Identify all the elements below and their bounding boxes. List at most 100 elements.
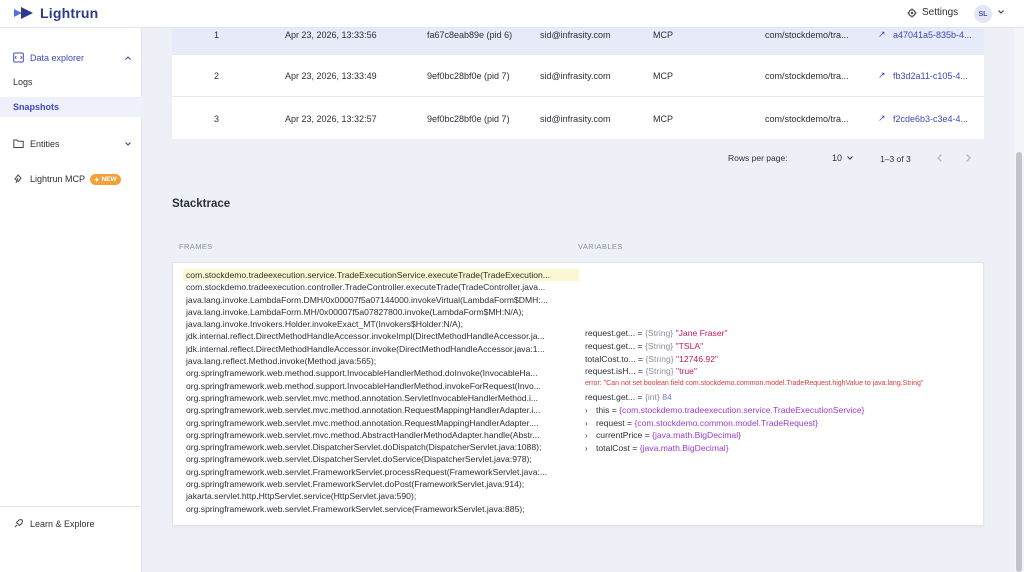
stack-frame[interactable]: java.lang.invoke.LambdaForm.DMH/0x00007f… [183, 294, 579, 306]
variable-value: {com.stockdemo.common.model.TradeRequest… [634, 417, 819, 428]
frames-list: com.stockdemo.tradeexecution.service.Tra… [183, 269, 579, 515]
table-row[interactable]: 2 Apr 23, 2026, 13:33:49 9ef0bc28bf0e (p… [172, 55, 984, 97]
chevron-right-icon[interactable]: › [585, 443, 596, 456]
variable-value: "TSLA" [675, 340, 704, 351]
stacktrace-title: Stacktrace [172, 198, 231, 210]
sidebar: Data explorer Logs Snapshots Entities Li… [0, 28, 142, 572]
row-agent: fa67c8eab89e (pid 6) [427, 30, 513, 40]
sparkle-icon: ✦ [94, 176, 100, 184]
variable-row: request.isH... = {String} "true" [585, 366, 697, 377]
pagination-range: 1–3 of 3 [880, 154, 911, 164]
page-scrollbar[interactable] [1014, 28, 1024, 572]
object-variable-row[interactable]: › totalCost = {java.math.BigDecimal} [585, 442, 975, 455]
scrollbar-thumb[interactable] [1016, 152, 1022, 572]
rocket-icon [14, 519, 23, 528]
variable-value: "true" [676, 366, 697, 377]
sidebar-item-learn-explore[interactable]: Learn & Explore [0, 514, 142, 534]
stack-frame[interactable]: java.lang.invoke.Invokers.Holder.invokeE… [183, 318, 579, 330]
avatar[interactable]: SL [974, 5, 992, 23]
variable-row: totalCost.to... = {String} "12746.92" [585, 353, 718, 364]
variable-type: {String} [644, 340, 674, 351]
variable-row: request.get... = {String} "TSLA" [585, 340, 704, 351]
variable-name: request [596, 417, 625, 428]
variable-name: request.isH... [585, 366, 636, 377]
stack-frame[interactable]: jdk.internal.reflect.DirectMethodHandleA… [183, 330, 579, 342]
table-row[interactable]: 1 Apr 23, 2026, 13:33:56 fa67c8eab89e (p… [172, 28, 984, 55]
sidebar-item-data-explorer[interactable]: Data explorer [0, 48, 142, 68]
sidebar-item-label: Learn & Explore [30, 519, 95, 529]
variable-name: this [596, 404, 610, 415]
external-link-icon[interactable]: ↗ [878, 29, 886, 40]
variable-name: request.get... [585, 340, 636, 351]
stack-frame[interactable]: org.springframework.web.servlet.Framewor… [183, 478, 579, 490]
row-agent: 9ef0bc28bf0e (pid 7) [427, 114, 510, 124]
stack-frame[interactable]: org.springframework.web.servlet.Framewor… [183, 466, 579, 478]
variable-error: error: "Can not set boolean field com.st… [585, 380, 924, 388]
object-variable-row[interactable]: › this = {com.stockdemo.tradeexecution.se… [585, 404, 975, 417]
stack-frame[interactable]: org.springframework.web.servlet.mvc.meth… [183, 404, 579, 416]
stack-frame[interactable]: java.lang.invoke.LambdaForm.MH/0x00007f5… [183, 306, 579, 318]
folder-icon [13, 139, 24, 148]
row-user: sid@infrasity.com [540, 114, 611, 124]
variable-type: {int} [644, 391, 660, 402]
chevron-down-icon[interactable] [997, 8, 1005, 16]
external-link-icon[interactable]: ↗ [878, 70, 886, 81]
stack-frame[interactable]: org.springframework.web.servlet.mvc.meth… [183, 417, 579, 429]
variable-name: totalCost.to... [585, 353, 636, 364]
variables-list: request.get... = {String} "Jane Fraser" … [585, 327, 975, 455]
table-row[interactable]: 3 Apr 23, 2026, 13:32:57 9ef0bc28bf0e (p… [172, 97, 984, 139]
stack-frame[interactable]: com.stockdemo.tradeexecution.controller.… [183, 281, 579, 293]
chevron-left-icon[interactable] [934, 152, 946, 164]
variable-value: {java.math.BigDecimal} [652, 430, 741, 441]
object-variable-row[interactable]: › request = {com.stockdemo.common.model.T… [585, 417, 975, 430]
row-user: sid@infrasity.com [540, 71, 611, 81]
stack-frame[interactable]: jakarta.servlet.http.HttpServlet.service… [183, 490, 579, 502]
row-time: Apr 23, 2026, 13:32:57 [285, 114, 377, 124]
stack-frame[interactable]: org.springframework.web.method.support.I… [183, 367, 579, 379]
row-index: 1 [214, 30, 220, 40]
row-user: sid@infrasity.com [540, 30, 611, 40]
row-location: com/stockdemo/tra... [765, 30, 849, 40]
row-snapshot-id[interactable]: fb3d2a11-c105-4... [893, 71, 968, 81]
new-badge: ✦ NEW [90, 174, 121, 185]
variable-row: request.get... = {String} "Jane Fraser" [585, 328, 728, 338]
sidebar-item-label: Data explorer [30, 53, 85, 63]
lightrun-logo[interactable]: Lightrun [13, 5, 98, 21]
chevron-down-icon [125, 142, 131, 146]
stack-frame[interactable]: org.springframework.web.servlet.mvc.meth… [183, 429, 579, 441]
variable-name: totalCost [596, 443, 630, 454]
stack-frame[interactable]: jdk.internal.reflect.DirectMethodHandleA… [183, 343, 579, 355]
row-index: 2 [214, 71, 220, 81]
chevron-right-icon[interactable] [962, 152, 974, 164]
sidebar-item-logs[interactable]: Logs [0, 72, 142, 92]
snapshots-table: 1 Apr 23, 2026, 13:33:56 fa67c8eab89e (p… [172, 28, 984, 139]
variable-value: "12746.92" [676, 353, 718, 364]
variable-value: {java.math.BigDecimal} [639, 443, 729, 454]
external-link-icon[interactable]: ↗ [878, 113, 886, 124]
sidebar-item-entities[interactable]: Entities [0, 134, 142, 154]
stack-frame[interactable]: org.springframework.web.method.support.I… [183, 380, 579, 392]
settings-button[interactable]: Settings [907, 7, 958, 18]
sidebar-item-label: Lightrun MCP [30, 174, 86, 184]
object-variable-row[interactable]: › currentPrice = {java.math.BigDecimal} [585, 429, 975, 442]
row-location: com/stockdemo/tra... [765, 71, 849, 81]
stack-frame[interactable]: org.springframework.web.servlet.mvc.meth… [183, 392, 579, 404]
variable-value: {com.stockdemo.tradeexecution.service.Tr… [619, 404, 865, 415]
row-location: com/stockdemo/tra... [765, 114, 849, 124]
frames-header: FRAMES [179, 242, 213, 251]
chevron-right-icon[interactable]: › [585, 405, 596, 418]
sidebar-item-label: Snapshots [13, 102, 60, 112]
rows-per-page-select[interactable]: 10 [832, 153, 854, 163]
row-time: Apr 23, 2026, 13:33:49 [285, 71, 377, 81]
row-snapshot-id[interactable]: a47041a5-835b-4... [893, 30, 972, 40]
row-source: MCP [653, 30, 673, 40]
row-snapshot-id[interactable]: f2cde6b3-c3e4-4... [893, 114, 968, 124]
stack-frame[interactable]: java.lang.reflect.Method.invoke(Method.j… [183, 355, 579, 367]
sidebar-item-snapshots[interactable]: Snapshots [0, 97, 142, 117]
sidebar-item-lightrun-mcp[interactable]: Lightrun MCP ✦ NEW [0, 169, 142, 189]
stack-frame[interactable]: org.springframework.web.servlet.Dispatch… [183, 453, 579, 465]
stack-frame[interactable]: org.springframework.web.servlet.Framewor… [183, 503, 579, 515]
stack-frame[interactable]: com.stockdemo.tradeexecution.service.Tra… [183, 269, 579, 282]
stack-frame[interactable]: org.springframework.web.servlet.Dispatch… [183, 441, 579, 453]
rows-per-page-value: 10 [832, 153, 843, 163]
